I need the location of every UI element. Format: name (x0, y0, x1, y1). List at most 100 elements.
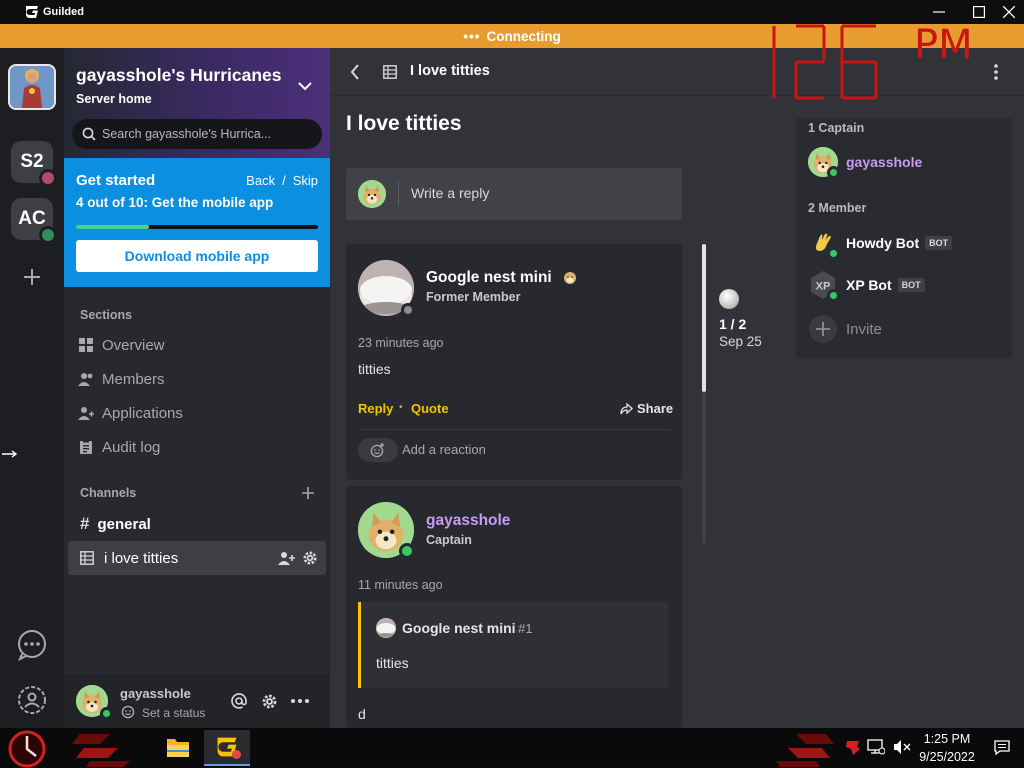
search-icon (82, 127, 96, 141)
reply-link[interactable]: Reply (358, 401, 393, 416)
post-timestamp: 11 minutes ago (358, 578, 443, 592)
guilded-taskbar-button[interactable] (204, 730, 250, 766)
server-sidebar: gayasshole's Hurricanes Server home Sear… (64, 48, 330, 728)
channel-general[interactable]: # general (68, 507, 326, 541)
reply-user-avatar (358, 180, 386, 208)
server-avatar-image (10, 66, 54, 108)
channels-header: Channels (80, 486, 137, 500)
sidebar-item-applications[interactable]: Applications (78, 400, 183, 426)
start-button-icon[interactable] (8, 730, 46, 768)
server-name[interactable]: gayasshole's Hurricanes (76, 65, 282, 86)
get-started-progress (76, 225, 318, 229)
reply-divider (398, 182, 399, 206)
audit-log-icon (80, 439, 92, 454)
taskbar-date[interactable]: 9/25/2022 (910, 750, 984, 764)
post-timestamp: 23 minutes ago (358, 336, 444, 350)
nest-mini-avatar-image (376, 618, 396, 638)
invite-to-channel-icon[interactable] (278, 550, 295, 566)
member-avatar: XP (808, 270, 840, 302)
sidebar-item-audit-log[interactable]: Audit log (78, 434, 160, 460)
channel-i-love-titties[interactable]: i love titties (68, 541, 326, 575)
progress-fill (76, 225, 149, 229)
add-reaction-icon (370, 443, 384, 458)
download-mobile-app-button[interactable]: Download mobile app (76, 240, 318, 272)
author-online-indicator (399, 543, 415, 559)
title-bar: Guilded (0, 0, 1024, 24)
doge-avatar-image (358, 180, 386, 208)
reply-input[interactable]: Write a reply (346, 168, 682, 220)
quote-link[interactable]: Quote (411, 401, 449, 416)
quoted-author-avatar (376, 618, 396, 638)
sidebar-item-overview[interactable]: Overview (78, 332, 165, 358)
community-icon[interactable] (16, 684, 48, 716)
network-icon[interactable] (867, 738, 885, 756)
member-row[interactable]: XP XP Bot BOT (808, 268, 925, 302)
chat-icon[interactable] (16, 629, 48, 661)
clock-overlay: PM (766, 22, 996, 104)
minimize-button[interactable] (922, 0, 956, 24)
sections-header: Sections (80, 308, 133, 322)
close-button[interactable] (992, 0, 1024, 24)
drag-handle-icon[interactable] (2, 450, 18, 458)
pager-avatar (719, 289, 739, 309)
user-bar: gayasshole Set a status (64, 674, 330, 728)
add-reaction-label[interactable]: Add a reaction (402, 442, 486, 457)
member-group-header: 2 Member (808, 201, 867, 215)
reply-placeholder: Write a reply (411, 185, 490, 201)
post-1: Google nest mini Former Member 23 minute… (346, 244, 682, 480)
sidebar-item-members[interactable]: Members (78, 366, 165, 392)
get-started-card: Get started Back / Skip 4 out of 10: Get… (64, 158, 330, 287)
forum-channel-icon (80, 551, 94, 565)
channel-settings-gear-icon[interactable] (302, 550, 318, 566)
set-status-link[interactable]: Set a status (142, 706, 205, 720)
taskbar-decoration-left (72, 734, 130, 767)
action-separator: • (399, 402, 403, 413)
connecting-dots: ••• (463, 28, 481, 44)
add-server-icon[interactable] (23, 268, 41, 286)
set-status-icon[interactable] (121, 705, 135, 719)
post-body: d (358, 706, 366, 722)
mention-icon[interactable] (231, 693, 247, 709)
server-voice-badge (39, 226, 57, 244)
search-placeholder: Search gayasshole's Hurrica... (102, 127, 272, 141)
add-reaction-button[interactable] (358, 438, 398, 462)
post-author-role: Captain (426, 533, 472, 547)
user-name: gayasshole (120, 686, 191, 701)
add-channel-icon[interactable] (302, 487, 314, 499)
bot-badge: BOT (925, 236, 953, 250)
member-name: gayasshole (846, 154, 923, 170)
maximize-button[interactable] (962, 0, 996, 24)
skip-link[interactable]: Skip (293, 173, 318, 188)
app-name: Guilded (43, 6, 84, 18)
more-options-icon[interactable] (291, 699, 309, 703)
chevron-down-icon[interactable] (298, 82, 312, 91)
invite-button[interactable]: Invite (808, 312, 882, 346)
get-started-step: 4 out of 10: Get the mobile app (76, 195, 274, 210)
member-row[interactable]: Howdy Bot BOT (808, 226, 953, 260)
guilded-logo-icon (25, 6, 38, 18)
msi-dragon-tray-icon[interactable] (845, 739, 861, 756)
author-offline-indicator (401, 303, 415, 317)
search-input[interactable]: Search gayasshole's Hurrica... (72, 119, 322, 149)
quoted-post-ref: #1 (518, 621, 533, 636)
thread-scroll-thumb[interactable] (702, 244, 706, 392)
overview-icon (79, 338, 93, 352)
file-explorer-icon[interactable] (166, 736, 190, 758)
back-arrow-icon[interactable] (350, 64, 360, 80)
digital-clock-digits-icon (772, 24, 878, 100)
user-settings-gear-icon[interactable] (261, 693, 278, 710)
share-button[interactable]: Share (620, 401, 673, 416)
applications-icon (78, 407, 94, 420)
post-author-name[interactable]: gayasshole (426, 512, 510, 530)
member-row[interactable]: gayasshole (808, 145, 922, 179)
notifications-icon[interactable] (994, 740, 1010, 755)
server-icon-hurricanes[interactable] (8, 64, 56, 110)
taskbar-time[interactable]: 1:25 PM (910, 732, 984, 746)
volume-muted-icon[interactable] (893, 739, 911, 755)
post-author-name[interactable]: Google nest mini (426, 269, 552, 287)
quoted-message[interactable]: Google nest mini #1 titties (358, 602, 668, 688)
back-link[interactable]: Back (246, 173, 275, 188)
post-author-role: Former Member (426, 290, 521, 304)
post-divider (358, 429, 670, 430)
post-2: gayasshole Captain 11 minutes ago Google… (346, 486, 682, 728)
